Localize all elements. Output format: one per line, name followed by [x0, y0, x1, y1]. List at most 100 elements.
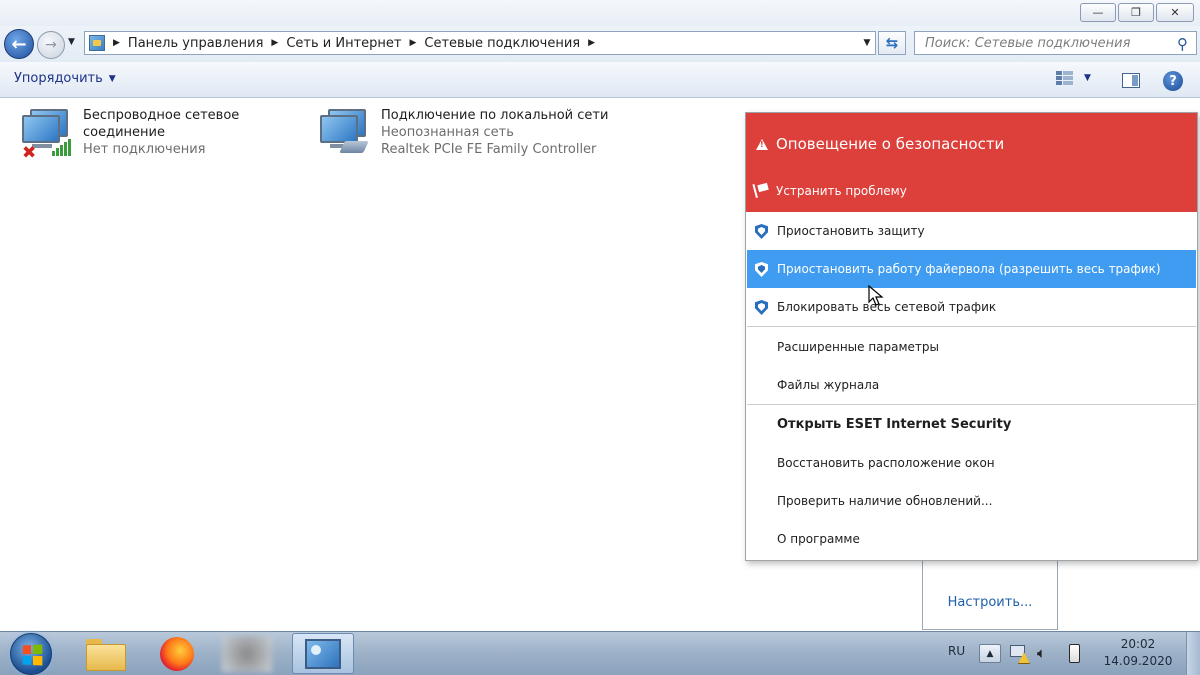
breadcrumb-network-connections[interactable]: Сетевые подключения: [424, 36, 580, 51]
eset-context-menu: Оповещение о безопасности Устранить проб…: [745, 112, 1198, 561]
minimize-button[interactable]: —: [1080, 3, 1116, 22]
chevron-right-icon[interactable]: ▶: [113, 38, 120, 48]
recent-pages-dropdown[interactable]: ▼: [68, 37, 75, 47]
firefox-icon: [160, 636, 194, 671]
menu-divider: [747, 326, 1196, 327]
menu-item-label: Блокировать весь сетевой трафик: [777, 300, 997, 314]
taskbar-firefox[interactable]: [146, 633, 208, 674]
taskbar-network-connections[interactable]: [292, 633, 354, 674]
menu-open-eset[interactable]: Открыть ESET Internet Security: [747, 405, 1196, 443]
menu-item-label: Проверить наличие обновлений...: [777, 494, 993, 508]
refresh-icon: ⇆: [885, 34, 899, 52]
breadcrumb: ▶ Панель управления ▶ Сеть и Интернет ▶ …: [109, 36, 603, 51]
system-clock[interactable]: 20:02 14.09.2020: [1100, 636, 1176, 670]
control-panel-icon: [89, 35, 105, 51]
address-history-dropdown[interactable]: ▼: [859, 38, 875, 48]
refresh-button[interactable]: ⇆: [878, 31, 906, 55]
view-details-icon: [1056, 71, 1074, 85]
clock-date: 14.09.2020: [1103, 654, 1173, 668]
show-desktop-button[interactable]: [1186, 632, 1200, 675]
menu-block-traffic[interactable]: Блокировать весь сетевой трафик: [747, 288, 1196, 326]
organize-button[interactable]: Упорядочить ▼: [14, 71, 116, 86]
shield-icon: [755, 262, 768, 277]
menu-item-label: Приостановить защиту: [777, 224, 925, 238]
change-view-button[interactable]: ▼: [1056, 71, 1091, 85]
close-button[interactable]: ✕: [1156, 3, 1194, 22]
menu-advanced-settings[interactable]: Расширенные параметры: [747, 328, 1196, 366]
customize-tray-link[interactable]: Настроить...: [923, 595, 1057, 610]
show-hidden-icons-button[interactable]: ▲: [979, 644, 1001, 663]
address-bar[interactable]: ▶ Панель управления ▶ Сеть и Интернет ▶ …: [84, 31, 876, 55]
windows-logo-icon: [22, 644, 43, 666]
menu-about[interactable]: О программе: [747, 520, 1196, 558]
address-row: ← → ▼ ▶ Панель управления ▶ Сеть и Интер…: [0, 26, 1200, 62]
blurred-app-icon: [222, 635, 272, 672]
search-box[interactable]: ⚲: [914, 31, 1197, 55]
chevron-up-icon: ▲: [986, 648, 994, 659]
help-button[interactable]: ?: [1163, 71, 1183, 91]
network-control-panel-icon: [305, 638, 341, 669]
chevron-right-icon[interactable]: ▶: [409, 38, 416, 48]
window-controls: — ❐ ✕: [1080, 3, 1194, 22]
fix-problem-label: Устранить проблему: [776, 184, 907, 198]
window-titlebar: — ❐ ✕: [0, 0, 1200, 26]
start-button[interactable]: [10, 633, 52, 675]
connection-wireless[interactable]: ✖ Беспроводное сетевое соединение Нет по…: [20, 107, 240, 163]
language-indicator[interactable]: RU: [948, 644, 965, 658]
connection-adapter: Realtek PCIe FE Family Controller: [381, 142, 597, 157]
menu-item-label: Восстановить расположение окон: [777, 456, 995, 470]
connection-name: Подключение по локальной сети: [381, 108, 609, 123]
taskbar-explorer[interactable]: [74, 633, 136, 674]
breadcrumb-control-panel[interactable]: Панель управления: [128, 36, 264, 51]
search-icon[interactable]: ⚲: [1177, 35, 1188, 53]
help-icon: ?: [1169, 73, 1177, 89]
security-alert-title: Оповещение о безопасности: [756, 135, 1004, 153]
arrow-right-icon: →: [45, 37, 57, 53]
fix-problem-item[interactable]: Устранить проблему: [756, 184, 907, 198]
alert-title-text: Оповещение о безопасности: [776, 135, 1005, 153]
taskbar-blurred-app[interactable]: [216, 633, 278, 674]
shield-icon: [755, 300, 768, 315]
wireless-network-icon: ✖: [20, 107, 78, 163]
menu-item-label: Файлы журнала: [777, 378, 880, 392]
menu-restore-windows[interactable]: Восстановить расположение окон: [747, 444, 1196, 482]
shield-icon: [755, 224, 768, 239]
preview-pane-button[interactable]: [1122, 73, 1140, 88]
volume-icon[interactable]: 🔈︎: [1037, 644, 1046, 662]
ethernet-network-icon: [318, 107, 376, 159]
chevron-down-icon: ▼: [1084, 73, 1091, 83]
maximize-button[interactable]: ❐: [1118, 3, 1154, 22]
connection-name-cont: соединение: [83, 125, 165, 140]
menu-pause-firewall[interactable]: Приостановить работу файервола (разрешит…: [747, 250, 1196, 288]
arrow-left-icon: ←: [11, 33, 27, 55]
clock-time: 20:02: [1120, 637, 1156, 651]
warning-icon: [756, 138, 768, 150]
connection-status: Неопознанная сеть: [381, 125, 514, 140]
disconnected-x-icon: ✖: [22, 143, 37, 163]
network-cable-icon: [339, 141, 369, 153]
tray-overflow-popup: Настроить...: [922, 561, 1058, 630]
menu-log-files[interactable]: Файлы журнала: [747, 366, 1196, 404]
battery-icon[interactable]: [1069, 644, 1080, 663]
menu-item-label: Открыть ESET Internet Security: [777, 416, 1012, 432]
command-bar: Упорядочить ▼ ▼ ?: [0, 62, 1200, 98]
connection-local-area[interactable]: Подключение по локальной сети Неопознанн…: [318, 107, 608, 159]
forward-button[interactable]: →: [37, 31, 65, 59]
network-warning-tray-icon[interactable]: [1010, 643, 1030, 663]
menu-item-label: О программе: [777, 532, 860, 546]
chevron-right-icon[interactable]: ▶: [271, 38, 278, 48]
security-alert-banner: Оповещение о безопасности Устранить проб…: [746, 113, 1197, 212]
flag-icon: [756, 184, 768, 198]
search-input[interactable]: [925, 35, 1165, 51]
connection-status: Нет подключения: [83, 142, 206, 157]
menu-check-updates[interactable]: Проверить наличие обновлений...: [747, 482, 1196, 520]
back-button[interactable]: ←: [4, 29, 34, 59]
menu-item-label: Расширенные параметры: [777, 340, 940, 354]
signal-bars-icon: [52, 139, 71, 156]
menu-item-label: Приостановить работу файервола (разрешит…: [777, 262, 1161, 276]
chevron-right-icon[interactable]: ▶: [588, 38, 595, 48]
connection-name: Беспроводное сетевое: [83, 108, 240, 123]
menu-pause-protection[interactable]: Приостановить защиту: [747, 212, 1196, 250]
folder-icon: [86, 638, 126, 671]
breadcrumb-network-internet[interactable]: Сеть и Интернет: [286, 36, 401, 51]
